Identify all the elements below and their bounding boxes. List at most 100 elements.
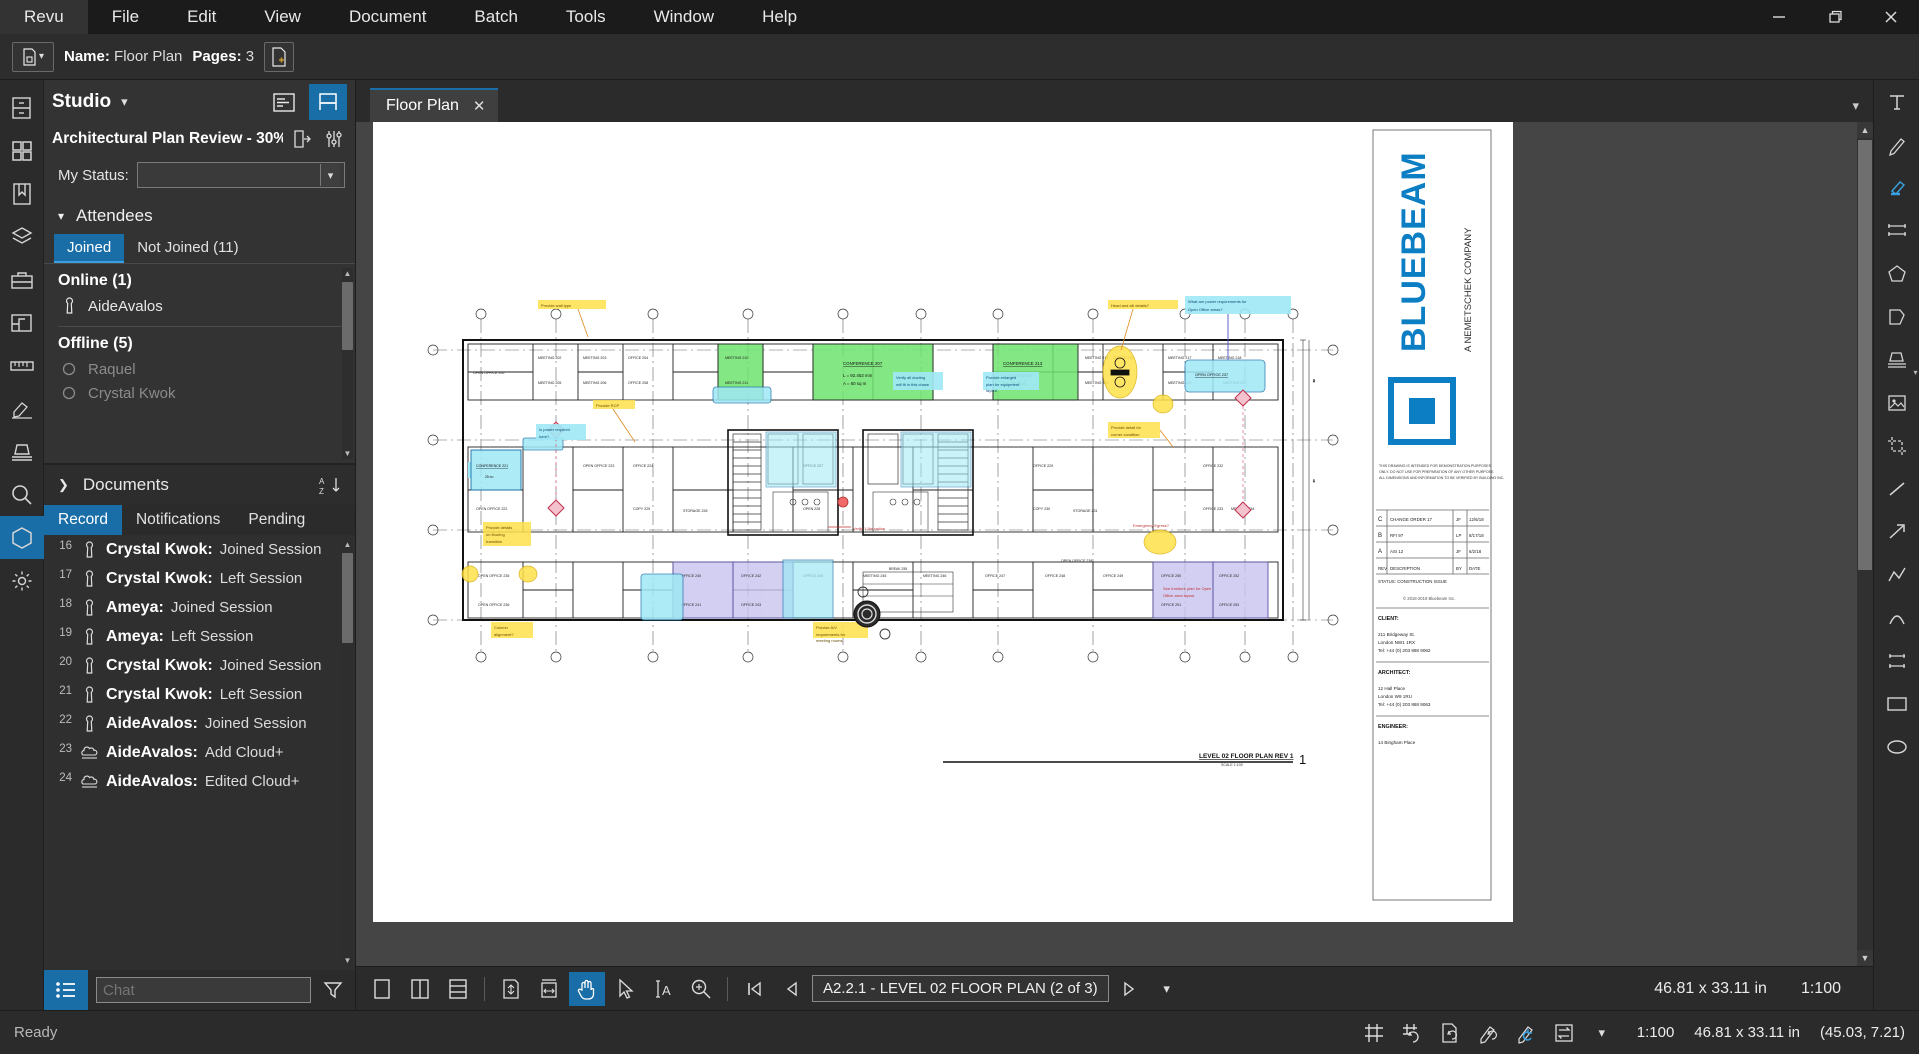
record-row[interactable]: 23 AideAvalos: Add Cloud+: [44, 738, 355, 767]
arrow-icon[interactable]: [1874, 510, 1919, 553]
record-row[interactable]: 20 Crystal Kwok: Joined Session: [44, 651, 355, 680]
chat-input[interactable]: [96, 977, 311, 1003]
attendees-scrollbar[interactable]: ▲ ▼: [342, 268, 353, 459]
menu-help[interactable]: Help: [738, 0, 821, 34]
menu-tools[interactable]: Tools: [542, 0, 630, 34]
snap-grid-icon[interactable]: [1397, 1018, 1427, 1048]
snap-content-icon[interactable]: [1435, 1018, 1465, 1048]
page-dropdown-button[interactable]: ▾: [1149, 972, 1185, 1006]
chevron-down-icon[interactable]: ▾: [58, 209, 64, 223]
record-row[interactable]: 19 Ameya: Left Session: [44, 622, 355, 651]
sync-markup-icon[interactable]: [1511, 1018, 1541, 1048]
close-icon[interactable]: ✕: [473, 97, 486, 115]
stamp-icon[interactable]: [0, 430, 44, 473]
settings-icon[interactable]: [0, 559, 44, 602]
layers-icon[interactable]: [0, 215, 44, 258]
chevron-down-icon[interactable]: ▾: [1913, 368, 1917, 377]
signature-icon[interactable]: [0, 387, 44, 430]
add-page-icon[interactable]: [264, 42, 294, 72]
restore-icon[interactable]: [1807, 0, 1863, 34]
bookmarks-icon[interactable]: [0, 172, 44, 215]
menu-revu[interactable]: Revu: [0, 0, 88, 34]
single-page-view-button[interactable]: [364, 972, 400, 1006]
menu-view[interactable]: View: [240, 0, 325, 34]
scroll-up-arrow-icon[interactable]: ▲: [342, 268, 353, 279]
record-row[interactable]: 16 Crystal Kwok: Joined Session: [44, 535, 355, 564]
thumbnails-icon[interactable]: [0, 129, 44, 172]
tab-not-joined[interactable]: Not Joined (11): [124, 234, 251, 263]
scroll-down-arrow-icon[interactable]: ▼: [1857, 950, 1873, 966]
prev-page-button[interactable]: [774, 972, 810, 1006]
split-vertical-button[interactable]: [402, 972, 438, 1006]
dimension-icon[interactable]: [1874, 209, 1919, 252]
scroll-thumb[interactable]: [342, 553, 353, 643]
chevron-down-icon[interactable]: ▾: [1852, 98, 1859, 114]
pdf-viewer[interactable]: BLUEBEAM A NEMETSCHEK COMPANY THIS DRAWI…: [356, 122, 1873, 966]
pdf-page[interactable]: BLUEBEAM A NEMETSCHEK COMPANY THIS DRAWI…: [373, 122, 1513, 922]
line-icon[interactable]: [1874, 467, 1919, 510]
attendee-offline-item[interactable]: Raquel: [44, 357, 355, 381]
chevron-right-icon[interactable]: ❯: [58, 477, 69, 493]
menu-file[interactable]: File: [88, 0, 163, 34]
session-settings-icon[interactable]: [321, 126, 347, 152]
arc-icon[interactable]: [1874, 596, 1919, 639]
menu-window[interactable]: Window: [630, 0, 738, 34]
close-icon[interactable]: [1863, 0, 1919, 34]
sort-az-icon[interactable]: AZ: [319, 475, 345, 495]
scroll-thumb[interactable]: [1858, 140, 1872, 570]
image-icon[interactable]: [1874, 381, 1919, 424]
next-page-button[interactable]: [1111, 972, 1147, 1006]
toolchest-icon[interactable]: [0, 258, 44, 301]
record-row[interactable]: 24 AideAvalos: Edited Cloud+: [44, 767, 355, 796]
viewer-vertical-scrollbar[interactable]: ▲ ▼: [1857, 122, 1873, 966]
tab-notifications[interactable]: Notifications: [122, 505, 234, 535]
record-scrollbar[interactable]: ▲ ▼: [342, 539, 353, 966]
studio-projects-icon[interactable]: [265, 84, 303, 120]
polygon-icon[interactable]: [1874, 252, 1919, 295]
tab-pending[interactable]: Pending: [234, 505, 319, 535]
record-row[interactable]: 17 Crystal Kwok: Left Session: [44, 564, 355, 593]
zoom-tool-button[interactable]: [683, 972, 719, 1006]
filter-icon[interactable]: [319, 980, 347, 1000]
minimize-icon[interactable]: [1751, 0, 1807, 34]
text-tool-icon[interactable]: [1874, 80, 1919, 123]
scroll-down-arrow-icon[interactable]: ▼: [342, 448, 353, 459]
scroll-down-arrow-icon[interactable]: ▼: [342, 955, 353, 966]
grid-icon[interactable]: [1359, 1018, 1389, 1048]
attendee-online-item[interactable]: AideAvalos: [44, 294, 355, 318]
menu-edit[interactable]: Edit: [163, 0, 240, 34]
crop-icon[interactable]: [1874, 424, 1919, 467]
ellipse-icon[interactable]: [1874, 725, 1919, 768]
scroll-up-arrow-icon[interactable]: ▲: [342, 539, 353, 550]
attendee-offline-item[interactable]: Crystal Kwok: [44, 381, 355, 405]
scroll-thumb[interactable]: [342, 282, 353, 350]
file-access-icon[interactable]: [0, 86, 44, 129]
studio-sessions-icon[interactable]: [309, 84, 347, 120]
split-horizontal-button[interactable]: [440, 972, 476, 1006]
record-row[interactable]: 18 Ameya: Joined Session: [44, 593, 355, 622]
tab-record[interactable]: Record: [44, 505, 122, 535]
select-tool-button[interactable]: [607, 972, 643, 1006]
record-row[interactable]: 22 AideAvalos: Joined Session: [44, 709, 355, 738]
tab-joined[interactable]: Joined: [54, 234, 124, 263]
search-icon[interactable]: [0, 473, 44, 516]
pen-tool-icon[interactable]: [1874, 123, 1919, 166]
page-selector[interactable]: A2.2.1 - LEVEL 02 FLOOR PLAN (2 of 3): [812, 975, 1109, 1002]
snap-markup-icon[interactable]: [1473, 1018, 1503, 1048]
pan-tool-button[interactable]: [569, 972, 605, 1006]
menu-document[interactable]: Document: [325, 0, 450, 34]
studio-icon[interactable]: [0, 516, 44, 559]
swap-icon[interactable]: [1549, 1018, 1579, 1048]
document-dropdown-icon[interactable]: ▾: [12, 42, 54, 72]
sheet-plan-icon[interactable]: [0, 301, 44, 344]
fit-page-button[interactable]: [493, 972, 529, 1006]
record-row[interactable]: 21 Crystal Kwok: Left Session: [44, 680, 355, 709]
text-select-button[interactable]: A: [645, 972, 681, 1006]
my-status-select[interactable]: ▾: [137, 162, 345, 188]
first-page-button[interactable]: [736, 972, 772, 1006]
measure-length-icon[interactable]: [1874, 639, 1919, 682]
rectangle-icon[interactable]: [1874, 682, 1919, 725]
measurements-icon[interactable]: [0, 344, 44, 387]
chevron-down-icon[interactable]: ▾: [1587, 1018, 1617, 1048]
chevron-down-icon[interactable]: ▾: [320, 164, 340, 186]
